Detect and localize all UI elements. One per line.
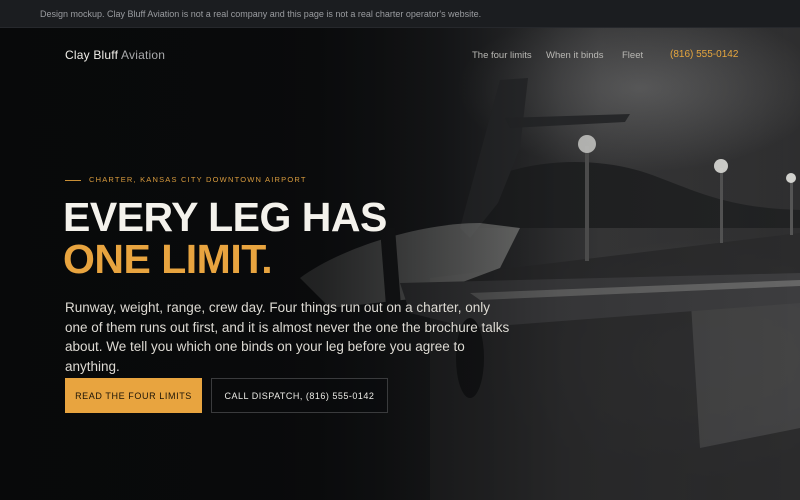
hero-section: Clay Bluff Aviation The four limits When…: [0, 28, 800, 500]
hero-lede: Runway, weight, range, crew day. Four th…: [65, 300, 510, 374]
hero-headline: EVERY LEG HAS ONE LIMIT.: [63, 196, 387, 280]
brand-name: Clay Bluff: [65, 48, 119, 62]
read-four-limits-button[interactable]: READ THE FOUR LIMITS: [65, 378, 202, 413]
nav-link-when-it-binds[interactable]: When it binds: [546, 50, 604, 61]
nav-phone-link[interactable]: (816) 555-0142: [670, 49, 738, 60]
headline-line-1: EVERY LEG HAS: [63, 194, 387, 240]
brand-logo[interactable]: Clay Bluff Aviation: [65, 48, 165, 62]
call-dispatch-button[interactable]: CALL DISPATCH, (816) 555-0142: [211, 378, 388, 413]
nav-link-fleet[interactable]: Fleet: [622, 50, 643, 61]
brand-suffix: Aviation: [121, 48, 166, 62]
eyebrow-text: CHARTER, KANSAS CITY DOWNTOWN AIRPORT: [89, 175, 307, 184]
top-nav: Clay Bluff Aviation The four limits When…: [65, 48, 738, 64]
headline-line-2: ONE LIMIT.: [63, 236, 273, 282]
disclaimer-bar: Design mockup. Clay Bluff Aviation is no…: [0, 0, 800, 28]
disclaimer-text: Design mockup. Clay Bluff Aviation is no…: [40, 9, 482, 19]
eyebrow-rule: [65, 180, 81, 181]
nav-link-four-limits[interactable]: The four limits: [472, 50, 532, 61]
